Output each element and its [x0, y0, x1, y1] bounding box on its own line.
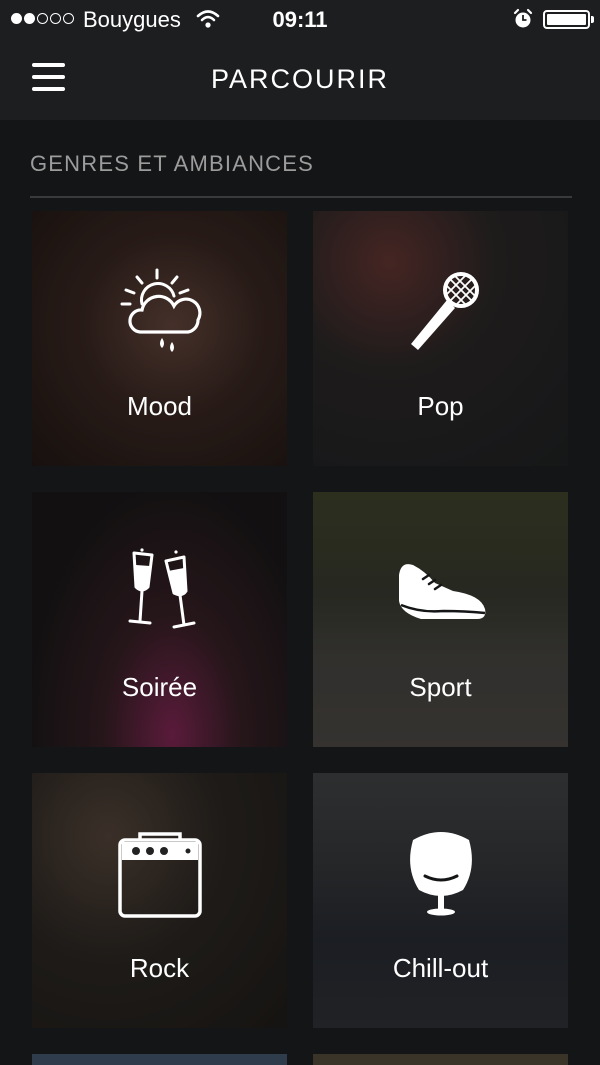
battery-icon — [543, 10, 594, 29]
egg-chair-icon — [313, 828, 568, 924]
champagne-glasses-icon — [32, 547, 287, 647]
genre-tile-pop[interactable]: Pop — [313, 211, 568, 466]
tile-label: Pop — [417, 391, 464, 421]
sneaker-icon — [313, 547, 568, 637]
tile-label: Mood — [126, 391, 193, 421]
tile-label: Rock — [129, 953, 190, 983]
tile-label: Sport — [409, 672, 472, 702]
amplifier-icon — [32, 828, 287, 918]
tile-label: Chill-out — [392, 953, 489, 983]
genre-tile-sport[interactable]: Sport — [313, 492, 568, 747]
status-bar: Bouygues 09:11 — [0, 0, 600, 40]
genre-tile-rock[interactable]: Rock — [32, 773, 287, 1028]
alarm-icon — [512, 8, 534, 35]
genre-tile-chill-out[interactable]: Chill-out — [313, 773, 568, 1028]
genre-tile-mood[interactable]: Mood — [32, 211, 287, 466]
genre-tile-soiree[interactable]: Soirée — [32, 492, 287, 747]
section-divider — [30, 196, 572, 198]
weather-sun-cloud-rain-icon — [32, 266, 287, 356]
nav-bar: PARCOURIR — [0, 40, 600, 120]
status-time: 09:11 — [272, 7, 328, 32]
microphone-icon — [313, 266, 568, 356]
genre-tile-partial[interactable] — [32, 1054, 287, 1065]
page-title: PARCOURIR — [210, 64, 389, 94]
genre-tile-partial[interactable] — [313, 1054, 568, 1065]
section-title: GENRES ET AMBIANCES — [30, 151, 315, 176]
tile-label: Soirée — [121, 672, 198, 702]
